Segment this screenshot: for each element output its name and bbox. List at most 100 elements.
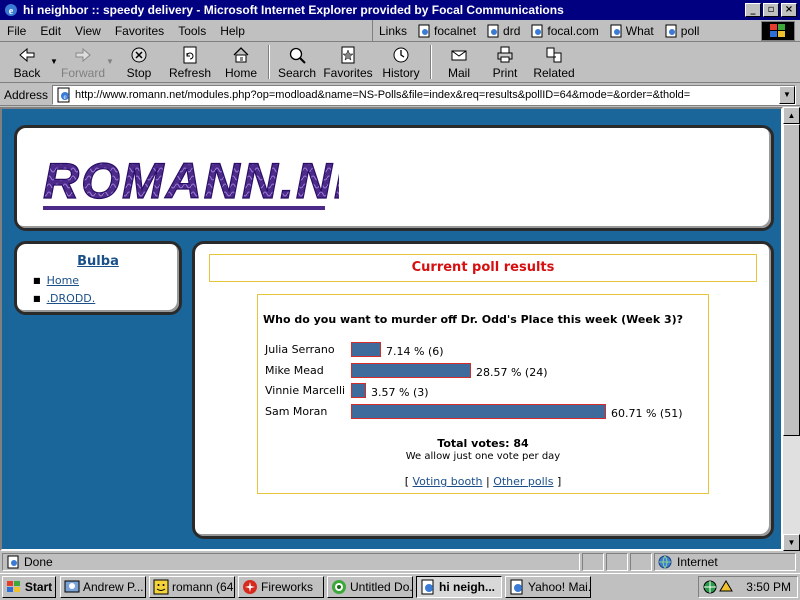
start-button[interactable]: Start (2, 576, 56, 598)
vertical-scrollbar[interactable]: ▲ ▼ (783, 107, 800, 551)
forward-dropdown-icon[interactable]: ▼ (106, 43, 116, 66)
windows-logo-throbber (761, 21, 795, 41)
vote-notice: We allow just one vote per day (405, 451, 561, 462)
menu-bar: File Edit View Favorites Tools Help Link… (0, 20, 800, 42)
sidebar-link-drodd[interactable]: .DRODD. (47, 292, 96, 305)
home-icon (233, 47, 249, 63)
poll-option-name: Mike Mead (265, 364, 324, 377)
menu-help[interactable]: Help (213, 24, 252, 38)
scheduler-tray-icon[interactable] (718, 579, 734, 595)
clock[interactable]: 3:50 PM (746, 580, 791, 594)
menu-view[interactable]: View (68, 24, 108, 38)
poll-option-percent: 7.14 % (6) (386, 345, 444, 358)
related-icon (546, 47, 562, 63)
network-tray-icon[interactable] (702, 579, 718, 595)
close-button[interactable]: × (781, 3, 797, 17)
poll-option-percent: 3.57 % (3) (371, 386, 429, 399)
menu-favorites[interactable]: Favorites (108, 24, 171, 38)
stop-icon (131, 47, 147, 63)
address-url: http://www.romann.net/modules.php?op=mod… (75, 88, 691, 101)
link-focalnet[interactable]: focalnet (417, 24, 476, 38)
history-button[interactable]: History (376, 43, 426, 81)
poll-option-bar (351, 363, 471, 378)
home-label: Home (224, 66, 257, 80)
address-label: Address (4, 87, 49, 102)
menu-file[interactable]: File (0, 24, 33, 38)
related-label: Related (533, 66, 575, 80)
romann-net-logo[interactable]: ROMANN.NET (39, 150, 339, 214)
globe-icon (658, 555, 672, 569)
minimize-button[interactable]: _ (745, 3, 761, 17)
page-viewport[interactable]: ROMANN.NET Bulba ■ Home ■ .DRODD. Current … (0, 107, 783, 551)
voting-booth-link[interactable]: Voting booth (413, 475, 483, 488)
print-button[interactable]: Print (482, 43, 528, 81)
maximize-button[interactable]: ▫ (763, 3, 779, 17)
page-icon (665, 24, 677, 38)
favorites-button[interactable]: Favorites (320, 43, 376, 81)
toolbar-separator (430, 45, 432, 79)
task-andrew[interactable]: Andrew P... (60, 576, 146, 598)
bracket-close: ] (556, 475, 562, 488)
task-label: Yahoo! Mai... (528, 580, 591, 594)
refresh-button[interactable]: Refresh (162, 43, 218, 81)
related-button[interactable]: Related (528, 43, 580, 81)
search-button[interactable]: Search (274, 43, 320, 81)
menu-edit[interactable]: Edit (33, 24, 68, 38)
back-arrow-icon (19, 47, 35, 63)
task-yahoo-mail[interactable]: Yahoo! Mai... (505, 576, 591, 598)
stop-button[interactable]: Stop (116, 43, 162, 81)
fireworks-icon (243, 580, 257, 594)
forward-arrow-icon (75, 47, 91, 63)
page-icon: e (57, 87, 70, 102)
poll-option-name: Julia Serrano (265, 343, 335, 356)
link-what[interactable]: What (609, 24, 654, 38)
total-votes: Total votes: 84 (437, 437, 529, 450)
title-bar[interactable]: e hi neighbor :: speedy delivery - Micro… (0, 0, 800, 20)
link-label: drd (503, 24, 521, 38)
bullet-icon: ■ (33, 294, 41, 303)
windows-flag-icon (6, 581, 20, 592)
address-dropdown-button[interactable]: ▼ (779, 85, 795, 104)
link-poll[interactable]: poll (664, 24, 700, 38)
forward-button[interactable]: Forward (60, 43, 106, 81)
status-cell (606, 553, 628, 571)
task-fireworks[interactable]: Fireworks (238, 576, 324, 598)
stop-label: Stop (126, 66, 152, 80)
scroll-up-button[interactable]: ▲ (783, 107, 800, 124)
sidebar-item-drodd[interactable]: ■ .DRODD. (33, 292, 95, 305)
poll-option-row: Mike Mead 28.57 % (24) (265, 362, 705, 380)
page-icon (610, 24, 622, 38)
link-focal-com[interactable]: focal.com (530, 24, 599, 38)
search-icon (289, 47, 306, 64)
sidebar-title[interactable]: Bulba (17, 254, 179, 269)
task-label: Untitled Do... (350, 580, 413, 594)
address-bar: Address e http://www.romann.net/modules.… (0, 84, 800, 106)
logo-text: ROMANN.NET (43, 153, 339, 209)
link-label: What (625, 24, 654, 38)
link-drd[interactable]: drd (486, 24, 520, 38)
scroll-down-button[interactable]: ▼ (783, 534, 800, 551)
back-dropdown-icon[interactable]: ▼ (50, 43, 60, 66)
svg-text:e: e (63, 93, 66, 101)
home-button[interactable]: Home (218, 43, 264, 81)
task-hi-neighbor[interactable]: hi neigh... (416, 576, 502, 598)
links-label[interactable]: Links (379, 24, 407, 38)
link-label: poll (680, 24, 700, 38)
main-panel: Current poll results Who do you want to … (192, 241, 774, 539)
scroll-thumb[interactable] (783, 124, 800, 436)
status-cell (582, 553, 604, 571)
address-input[interactable]: e http://www.romann.net/modules.php?op=m… (52, 84, 796, 105)
menu-tools[interactable]: Tools (171, 24, 213, 38)
back-label: Back (13, 66, 41, 80)
mail-button[interactable]: Mail (436, 43, 482, 81)
task-romann[interactable]: romann (64... (149, 576, 235, 598)
sidebar-link-home[interactable]: Home (47, 274, 79, 287)
task-untitled[interactable]: Untitled Do... (327, 576, 413, 598)
other-polls-link[interactable]: Other polls (493, 475, 553, 488)
refresh-icon (183, 46, 197, 64)
back-button[interactable]: Back (4, 43, 50, 81)
link-label: focal.com (547, 24, 599, 38)
sidebar-item-home[interactable]: ■ Home (33, 274, 79, 287)
bracket-open: [ (404, 475, 410, 488)
status-bar: Done Internet (0, 552, 800, 572)
